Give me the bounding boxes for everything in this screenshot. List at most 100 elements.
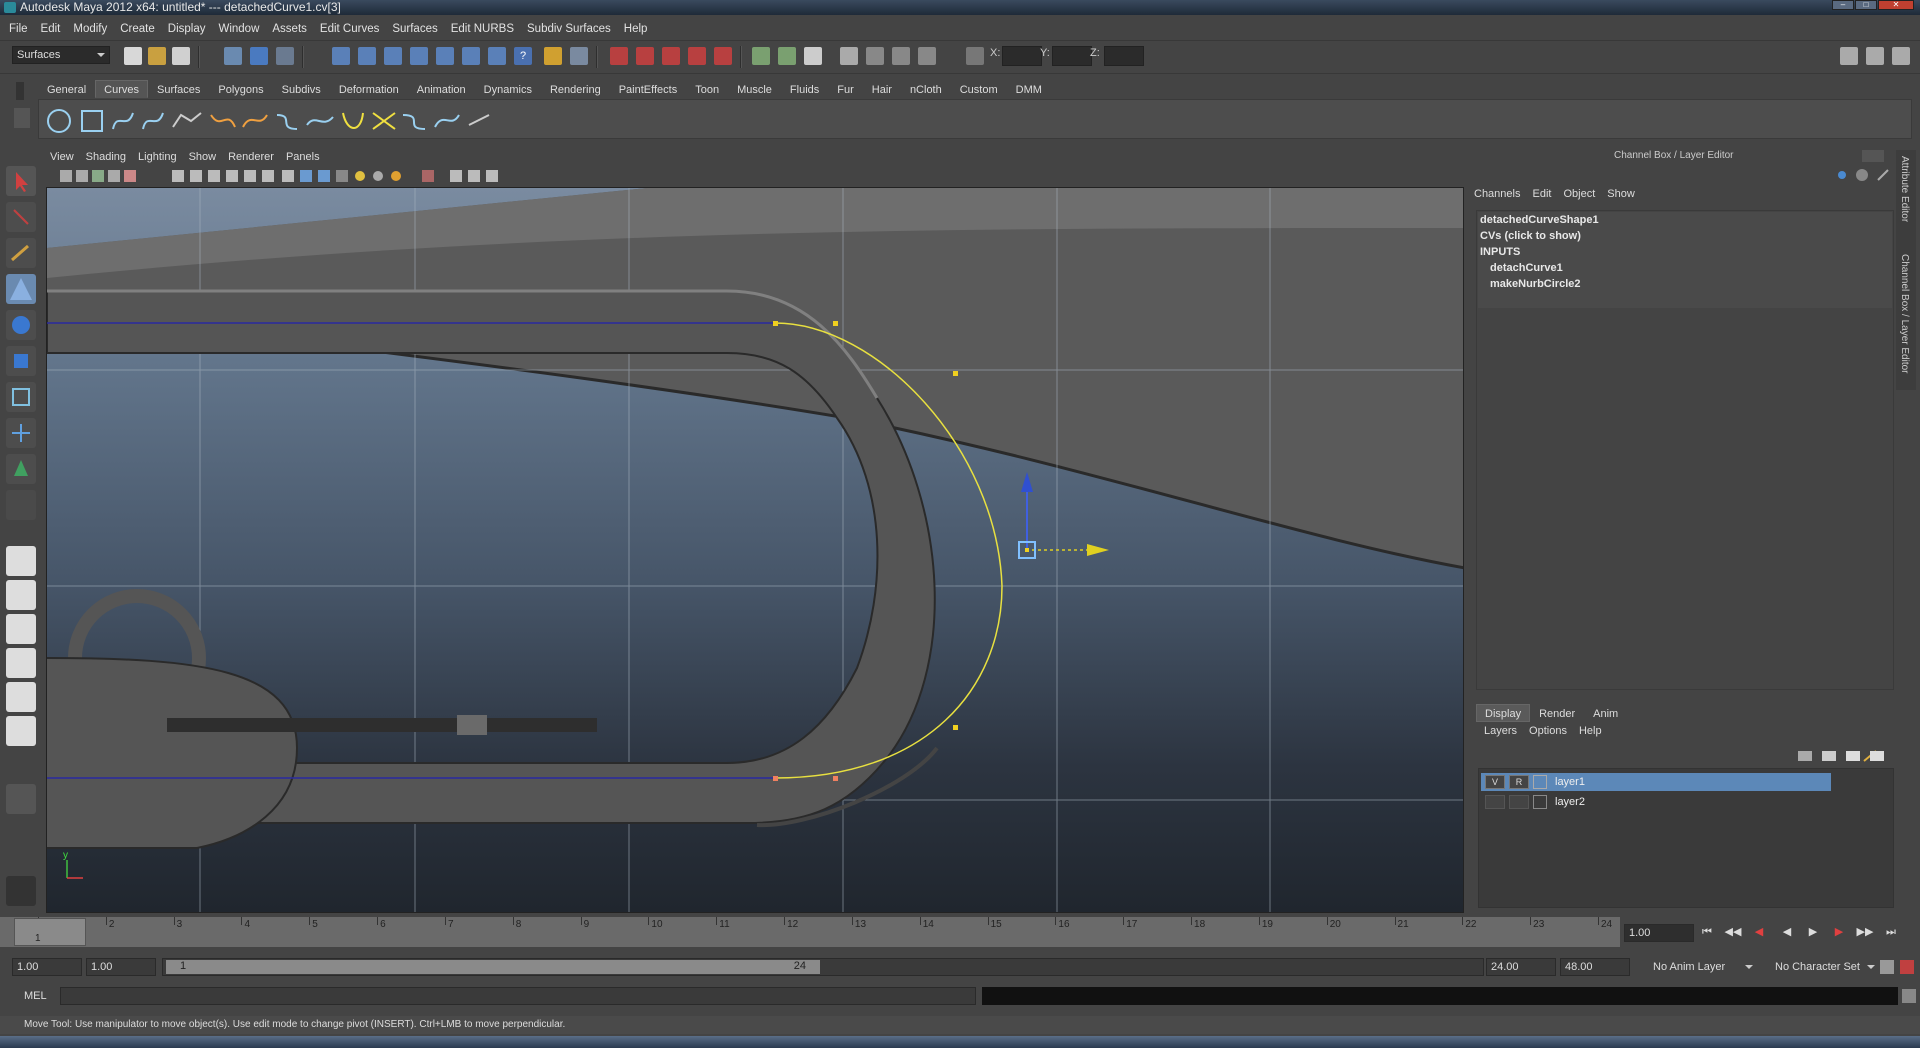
menu-subdiv-surfaces[interactable]: Subdiv Surfaces <box>527 23 611 35</box>
anim-start-field[interactable]: 1.00 <box>12 958 82 976</box>
last-tool-icon[interactable] <box>6 490 36 520</box>
panel-menu-show[interactable]: Show <box>189 148 217 166</box>
shelf-tab-animation[interactable]: Animation <box>408 80 475 98</box>
step-back-icon[interactable]: ◀◀ <box>1724 925 1742 939</box>
side-tab-channel-box[interactable]: Channel Box / Layer Editor <box>1899 254 1910 374</box>
cb-menu-edit[interactable]: Edit <box>1532 188 1551 206</box>
shelf-tab-toon[interactable]: Toon <box>686 80 728 98</box>
shelf-tab-fluids[interactable]: Fluids <box>781 80 828 98</box>
layer-tab-render[interactable]: Render <box>1530 704 1584 722</box>
perspective-viewport[interactable]: y <box>46 187 1464 913</box>
preferences-icon[interactable] <box>1900 960 1914 974</box>
relative-transform-icon[interactable] <box>778 47 796 65</box>
shelf-curve-icons[interactable] <box>45 107 565 135</box>
toolbox-collapse-icon[interactable] <box>6 784 36 814</box>
shelf-tab-hair[interactable]: Hair <box>863 80 901 98</box>
panel-menu-panels[interactable]: Panels <box>286 148 320 166</box>
play-backward-icon[interactable]: ◀ <box>1778 925 1796 939</box>
channelbox-icons[interactable] <box>1836 166 1896 184</box>
layer-display-type-toggle[interactable] <box>1509 795 1529 809</box>
shelf-handle[interactable] <box>16 82 24 100</box>
z-field[interactable] <box>1104 46 1144 66</box>
cb-menu-channels[interactable]: Channels <box>1474 188 1520 206</box>
time-slider[interactable]: 123456789101112131415161718192021222324 <box>0 917 1620 947</box>
menu-help[interactable]: Help <box>624 23 648 35</box>
snap-view-icon[interactable] <box>462 47 480 65</box>
y-field[interactable] <box>1052 46 1092 66</box>
goto-end-icon[interactable]: ⏭ <box>1882 925 1900 939</box>
select-hierarchy-icon[interactable] <box>224 47 242 65</box>
layer-tab-display[interactable]: Display <box>1476 704 1531 722</box>
hypershade-layout-icon[interactable] <box>6 682 36 712</box>
side-tab-attribute-editor[interactable]: Attribute Editor <box>1899 156 1910 222</box>
shelf-tab-general[interactable]: General <box>38 80 95 98</box>
input-line-icon[interactable] <box>752 47 770 65</box>
help-question-icon[interactable]: ? <box>514 47 532 65</box>
script-editor-icon[interactable] <box>1902 989 1916 1003</box>
select-tool-icon[interactable] <box>6 166 36 196</box>
snap-extra-icon[interactable] <box>488 47 506 65</box>
cvs-toggle[interactable]: CVs (click to show) <box>1480 228 1892 244</box>
panel-layout4-icon[interactable] <box>918 47 936 65</box>
select-component-icon[interactable] <box>276 47 294 65</box>
step-forward-icon[interactable]: ▶▶ <box>1856 925 1874 939</box>
panel-layout2-icon[interactable] <box>866 47 884 65</box>
snap-plane-icon[interactable] <box>410 47 428 65</box>
lasso-tool-icon[interactable] <box>6 202 36 232</box>
shelf-tab-ncloth[interactable]: nCloth <box>901 80 951 98</box>
paint-select-icon[interactable] <box>6 238 36 268</box>
playback-start-field[interactable]: 1.00 <box>86 958 156 976</box>
snap-surface-icon[interactable] <box>436 47 454 65</box>
step-forward-key-icon[interactable]: ▶ <box>1830 925 1848 939</box>
mel-input[interactable] <box>60 987 976 1005</box>
cb-menu-object[interactable]: Object <box>1563 188 1595 206</box>
shelf-tab-dynamics[interactable]: Dynamics <box>475 80 541 98</box>
save-scene-icon[interactable] <box>172 47 190 65</box>
menu-window[interactable]: Window <box>218 23 259 35</box>
minimize-button[interactable]: – <box>1832 0 1854 10</box>
menu-edit-curves[interactable]: Edit Curves <box>320 23 379 35</box>
viewport-scene[interactable]: y <box>47 188 1464 913</box>
layer-visibility-toggle[interactable] <box>1485 795 1505 809</box>
render-icon[interactable] <box>610 47 628 65</box>
menu-modify[interactable]: Modify <box>73 23 107 35</box>
input-makenurbcircle[interactable]: makeNurbCircle2 <box>1480 276 1892 292</box>
panel-menu-renderer[interactable]: Renderer <box>228 148 274 166</box>
snap-grid-icon[interactable] <box>332 47 350 65</box>
menu-display[interactable]: Display <box>168 23 206 35</box>
snap-point-icon[interactable] <box>384 47 402 65</box>
show-manip-icon[interactable] <box>6 454 36 484</box>
panel-menu-shading[interactable]: Shading <box>86 148 126 166</box>
layer-color-swatch[interactable] <box>1533 775 1547 789</box>
goto-start-icon[interactable]: ⏮ <box>1698 925 1716 939</box>
range-slider-handle[interactable]: 1 24 <box>166 960 820 974</box>
layer-display-type-toggle[interactable]: R <box>1509 775 1529 789</box>
shelf-tab-polygons[interactable]: Polygons <box>209 80 272 98</box>
shape-node-name[interactable]: detachedCurveShape1 <box>1480 212 1892 228</box>
single-perspective-layout-icon[interactable] <box>6 546 36 576</box>
toggle-attribute-editor-icon[interactable] <box>1840 47 1858 65</box>
transform-mode-icon[interactable] <box>966 47 984 65</box>
channelbox-float-close-icon[interactable] <box>1862 150 1884 162</box>
persp-graph-layout-icon[interactable] <box>6 648 36 678</box>
ipr-render-icon[interactable] <box>636 47 654 65</box>
shelf-tab-subdivs[interactable]: Subdivs <box>273 80 330 98</box>
layer-row[interactable]: layer2 <box>1481 793 1831 811</box>
shelf-tab-curves[interactable]: Curves <box>95 80 148 98</box>
close-button[interactable]: ✕ <box>1878 0 1914 10</box>
shelf-tab-dmm[interactable]: DMM <box>1007 80 1051 98</box>
snap-curve-icon[interactable] <box>358 47 376 65</box>
character-set-dropdown[interactable]: No Character Set <box>1770 958 1880 976</box>
panel-menu-lighting[interactable]: Lighting <box>138 148 177 166</box>
shelf-tab-rendering[interactable]: Rendering <box>541 80 610 98</box>
toggle-tool-settings-icon[interactable] <box>1866 47 1884 65</box>
layer-editor-buttons[interactable] <box>1794 747 1894 765</box>
select-object-icon[interactable] <box>250 47 268 65</box>
x-field[interactable] <box>1002 46 1042 66</box>
open-scene-icon[interactable] <box>148 47 166 65</box>
four-view-layout-icon[interactable] <box>6 580 36 610</box>
rotate-tool-icon[interactable] <box>6 310 36 340</box>
shelf-tab-fur[interactable]: Fur <box>828 80 863 98</box>
render-settings-icon[interactable] <box>662 47 680 65</box>
shelf-menu-icon[interactable] <box>14 108 30 128</box>
